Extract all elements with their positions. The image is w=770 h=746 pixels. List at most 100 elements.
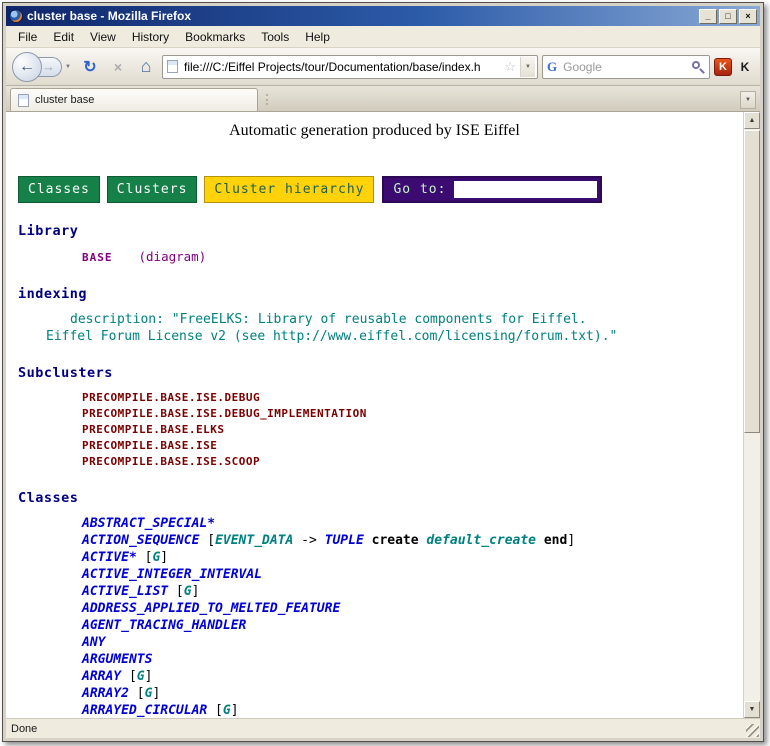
chevron-down-icon: ▼ [745,97,751,103]
scroll-down-button[interactable]: ▼ [744,701,760,718]
menu-view[interactable]: View [82,27,124,47]
reload-button[interactable]: ↻ [78,55,102,79]
browser-viewport: Automatic generation produced by ISE Eif… [6,112,760,718]
resize-grip[interactable] [746,724,759,737]
class-link[interactable]: ADDRESS_APPLIED_TO_MELTED_FEATURE [82,601,340,616]
search-input[interactable] [561,59,687,75]
status-bar: Done [6,718,760,738]
close-button[interactable]: × [739,9,757,24]
tab-label: cluster base [35,94,94,106]
menu-help[interactable]: Help [297,27,338,47]
page-banner: Automatic generation produced by ISE Eif… [6,122,743,140]
tab-cluster-base[interactable]: cluster base [10,88,258,111]
base-cluster-link[interactable]: BASE [82,251,113,264]
class-link[interactable]: ABSTRACT_SPECIAL* [82,516,215,531]
class-link[interactable]: ARGUMENTS [82,652,152,667]
class-link[interactable]: ACTION_SEQUENCE [82,533,199,548]
url-dropdown-button[interactable]: ▼ [520,57,535,77]
class-link[interactable]: ACTIVE* [82,550,137,565]
subclusters-heading: Subclusters [18,365,743,381]
class-list-row: ACTIVE* [G] [82,549,743,566]
menu-bar: FileEditViewHistoryBookmarksToolsHelp [6,26,760,48]
class-list-row: ANY [82,634,743,651]
history-dropdown-button[interactable]: ▼ [62,57,74,77]
reload-icon: ↻ [83,57,96,77]
code-text: ] [145,669,153,684]
indexing-line: description: "FreeELKS: Library of reusa… [70,311,743,328]
code-text: [ [168,584,184,599]
bookmark-star-icon[interactable]: ☆ [504,59,516,75]
k-toolbar-icon[interactable]: K [736,58,754,76]
vertical-scrollbar[interactable]: ▲ ▼ [743,112,760,718]
maximize-button[interactable]: □ [719,9,737,24]
indexing-line: Eiffel Forum License v2 (see http://www.… [46,328,743,345]
class-list-row: ACTION_SEQUENCE [EVENT_DATA -> TUPLE cre… [82,532,743,549]
code-text: ] [160,550,168,565]
home-button[interactable]: ⌂ [134,55,158,79]
diagram-link[interactable]: (diagram) [139,249,207,264]
goto-group: Go to: [382,176,602,203]
arrow-down-icon: ▼ [749,706,756,713]
search-bar[interactable]: G [542,55,710,79]
scroll-up-button[interactable]: ▲ [744,112,760,129]
kaspersky-icon[interactable]: K [714,58,732,76]
class-link[interactable]: TUPLE [325,533,364,548]
doc-button-clusters[interactable]: Clusters [107,176,198,203]
list-all-tabs-button[interactable]: ▼ [740,91,756,109]
menu-edit[interactable]: Edit [45,27,82,47]
class-list-row: ARRAYED_CIRCULAR [G] [82,702,743,718]
subcluster-link[interactable]: PRECOMPILE.BASE.ISE [82,438,743,454]
scrollbar-thumb[interactable] [744,130,760,433]
status-text: Done [11,723,37,735]
class-link[interactable]: ACTIVE_INTEGER_INTERVAL [82,567,262,582]
class-link[interactable]: ARRAYED_CIRCULAR [82,703,207,718]
url-bar[interactable]: ☆ ▼ [162,55,538,79]
page-content: Automatic generation produced by ISE Eif… [6,112,743,718]
search-icon[interactable] [691,60,705,74]
title-bar[interactable]: cluster base - Mozilla Firefox _□× [6,6,760,26]
generic-parameter: G [137,669,145,684]
class-list-row: ACTIVE_INTEGER_INTERVAL [82,566,743,583]
tab-bar: cluster base ▼ [6,86,760,112]
code-text: -> [293,533,324,548]
menu-history[interactable]: History [124,27,177,47]
doc-button-classes[interactable]: Classes [18,176,100,203]
goto-input[interactable] [453,180,598,199]
back-button[interactable]: ← [12,52,42,82]
stop-button[interactable]: × [106,55,130,79]
tab-page-icon [18,94,29,107]
code-text [536,533,544,548]
menu-file[interactable]: File [10,27,45,47]
subcluster-link[interactable]: PRECOMPILE.BASE.ISE.DEBUG_IMPLEMENTATION [82,406,743,422]
class-link[interactable]: ARRAY2 [82,686,129,701]
class-link[interactable]: ACTIVE_LIST [82,584,168,599]
subcluster-link[interactable]: PRECOMPILE.BASE.ELKS [82,422,743,438]
class-list-row: ADDRESS_APPLIED_TO_MELTED_FEATURE [82,600,743,617]
class-list-row: ARRAY [G] [82,668,743,685]
subcluster-link[interactable]: PRECOMPILE.BASE.ISE.SCOOP [82,454,743,470]
url-input[interactable] [182,59,500,75]
menu-bookmarks[interactable]: Bookmarks [177,27,253,47]
doc-button-cluster-hierarchy[interactable]: Cluster hierarchy [204,176,374,203]
code-text: ] [231,703,239,718]
code-text: ] [152,686,160,701]
google-icon[interactable]: G [547,59,557,75]
code-text: [ [129,686,145,701]
scrollbar-track[interactable] [744,129,760,701]
menu-tools[interactable]: Tools [253,27,297,47]
class-link[interactable]: ANY [82,635,105,650]
generic-parameter: default_create [426,533,536,548]
code-text: [ [121,669,137,684]
subcluster-link[interactable]: PRECOMPILE.BASE.ISE.DEBUG [82,390,743,406]
class-list-row: AGENT_TRACING_HANDLER [82,617,743,634]
indexing-block: description: "FreeELKS: Library of reusa… [6,311,743,345]
window-title: cluster base - Mozilla Firefox [27,9,695,23]
navigation-toolbar: ← → ▼ ↻ × ⌂ ☆ ▼ G K K [6,48,760,86]
firefox-icon [9,9,23,23]
eiffel-keyword: create [372,533,419,548]
minimize-button[interactable]: _ [699,9,717,24]
class-link[interactable]: AGENT_TRACING_HANDLER [82,618,246,633]
library-heading: Library [18,223,743,239]
class-link[interactable]: ARRAY [82,669,121,684]
class-list-row: ARRAY2 [G] [82,685,743,702]
